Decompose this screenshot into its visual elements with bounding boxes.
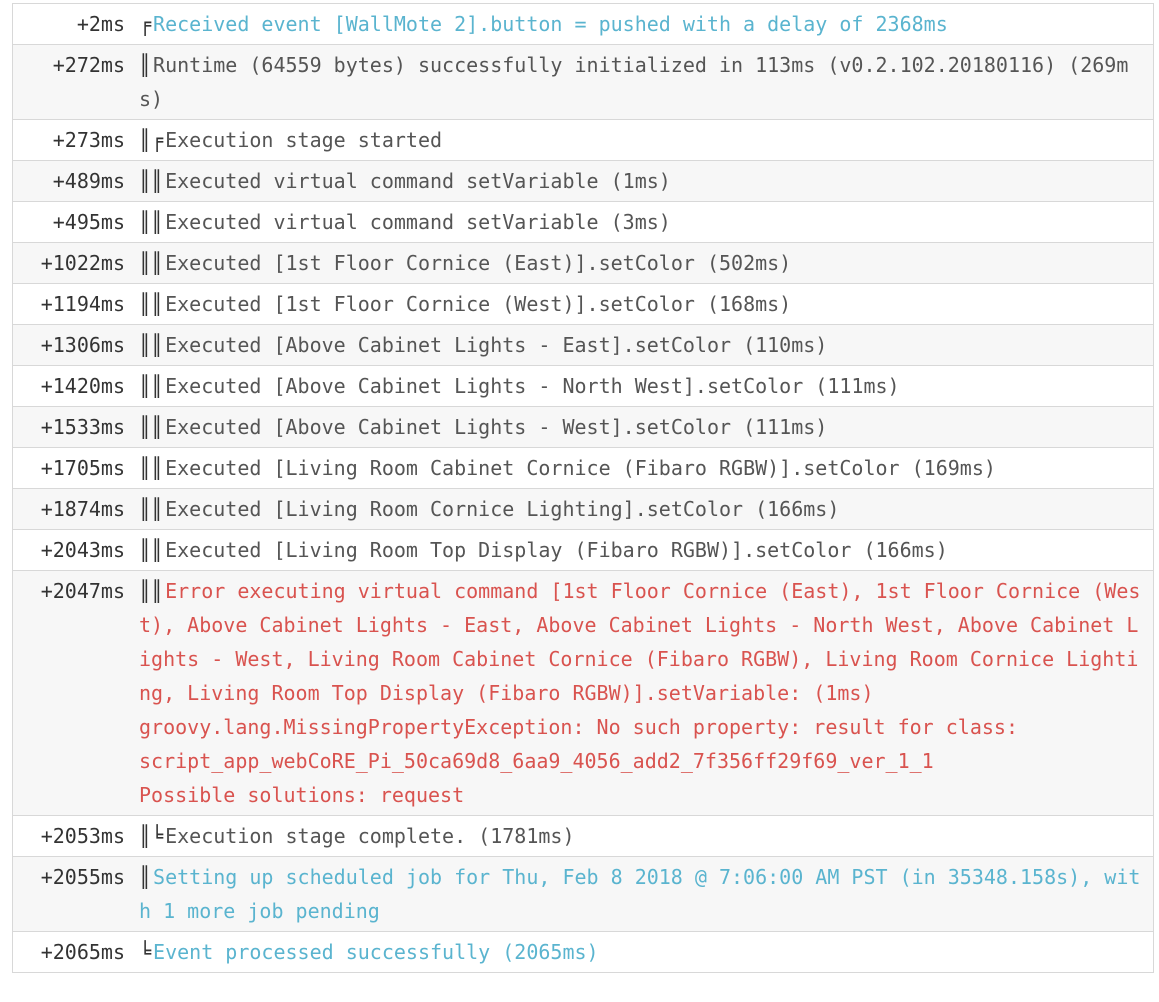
log-message-cell: ║║ Executed [Living Room Cabinet Cornice … [125, 448, 1153, 488]
log-row: +1306ms ║║ Executed [Above Cabinet Lights … [13, 324, 1153, 365]
log-timestamp: +489ms [52, 169, 125, 193]
nesting-indicator: ╒ [139, 12, 152, 36]
log-message: Executed [Above Cabinet Lights - East].s… [165, 333, 828, 357]
log-message: Executed [Living Room Cabinet Cornice (F… [165, 456, 996, 480]
log-row: +2055ms ║ Setting up scheduled job for Thu… [13, 856, 1153, 931]
log-row: +1874ms ║║ Executed [Living Room Cornice L… [13, 488, 1153, 529]
nesting-indicator: ║║ [139, 497, 164, 521]
nesting-indicator: ║╒ [139, 128, 164, 152]
log-row: +273ms ║╒ Execution stage started [13, 119, 1153, 160]
log-message: Received event [WallMote 2].button = pus… [153, 12, 948, 36]
log-row: +1194ms ║║ Executed [1st Floor Cornice (We… [13, 283, 1153, 324]
log-message-cell: ║║ Executed [Above Cabinet Lights - West]… [125, 407, 1153, 447]
log-timestamp: +2047ms [40, 579, 125, 603]
log-timestamp: +1306ms [40, 333, 125, 357]
log-message: Setting up scheduled job for Thu, Feb 8 … [139, 865, 1141, 923]
log-message: Executed virtual command setVariable (3m… [165, 210, 671, 234]
log-message-cell: ║║ Executed [1st Floor Cornice (West)].se… [125, 284, 1153, 324]
log-message: Error executing virtual command [1st Flo… [139, 579, 1141, 807]
log-timestamp: +2053ms [40, 824, 125, 848]
log-row: +495ms ║║ Executed virtual command setVari… [13, 201, 1153, 242]
log-timestamp: +2043ms [40, 538, 125, 562]
nesting-indicator: ║║ [139, 251, 164, 275]
nesting-indicator: ║║ [139, 169, 164, 193]
log-row: +1533ms ║║ Executed [Above Cabinet Lights … [13, 406, 1153, 447]
log-message: Executed [Living Room Cornice Lighting].… [165, 497, 840, 521]
nesting-indicator: ║║ [139, 456, 164, 480]
log-message-cell: ║║ Executed [Above Cabinet Lights - North… [125, 366, 1153, 406]
log-message: Executed [1st Floor Cornice (West)].setC… [165, 292, 792, 316]
log-message-cell: ║║ Executed virtual command setVariable (… [125, 161, 1153, 201]
nesting-indicator: ║ [139, 53, 152, 77]
nesting-indicator: ║║ [139, 210, 164, 234]
nesting-indicator: ║╘ [139, 824, 164, 848]
log-panel: +2ms ╒ Received event [WallMote 2].button … [12, 3, 1154, 973]
log-message: Execution stage started [165, 128, 443, 152]
log-message-cell: ╘ Event processed successfully (2065ms) [125, 932, 1153, 972]
log-message: Executed [1st Floor Cornice (East)].setC… [165, 251, 792, 275]
log-row: +2053ms ║╘ Execution stage complete. (1781… [13, 815, 1153, 856]
log-timestamp: +2065ms [40, 940, 125, 964]
log-row: +2ms ╒ Received event [WallMote 2].button … [13, 3, 1153, 44]
log-message-cell: ║║ Error executing virtual command [1st F… [125, 571, 1153, 815]
log-message: Executed [Above Cabinet Lights - West].s… [165, 415, 828, 439]
log-message: Executed [Above Cabinet Lights - North W… [165, 374, 900, 398]
log-row: +2043ms ║║ Executed [Living Room Top Displ… [13, 529, 1153, 570]
log-row: +272ms ║ Runtime (64559 bytes) successfull… [13, 44, 1153, 119]
nesting-indicator: ║║ [139, 333, 164, 357]
log-message-cell: ║║ Executed [Living Room Top Display (Fib… [125, 530, 1153, 570]
log-row: +489ms ║║ Executed virtual command setVari… [13, 160, 1153, 201]
nesting-indicator: ║║ [139, 374, 164, 398]
nesting-indicator: ║ [139, 865, 152, 889]
nesting-indicator: ║║ [139, 292, 164, 316]
log-timestamp: +273ms [52, 128, 125, 152]
log-message: Executed [Living Room Top Display (Fibar… [165, 538, 948, 562]
log-timestamp: +2ms [76, 12, 125, 36]
log-message: Event processed successfully (2065ms) [153, 940, 599, 964]
log-timestamp: +1420ms [40, 374, 125, 398]
log-timestamp: +1533ms [40, 415, 125, 439]
log-row: +2065ms ╘ Event processed successfully (20… [13, 931, 1153, 972]
log-row: +1420ms ║║ Executed [Above Cabinet Lights … [13, 365, 1153, 406]
log-timestamp: +1022ms [40, 251, 125, 275]
log-row: +1705ms ║║ Executed [Living Room Cabinet C… [13, 447, 1153, 488]
nesting-indicator: ║║ [139, 538, 164, 562]
log-message-cell: ║ Setting up scheduled job for Thu, Feb 8… [125, 857, 1153, 931]
nesting-indicator: ╘ [139, 940, 152, 964]
log-message-cell: ╒ Received event [WallMote 2].button = pu… [125, 4, 1153, 44]
log-message: Execution stage complete. (1781ms) [165, 824, 575, 848]
log-timestamp: +1874ms [40, 497, 125, 521]
log-timestamp: +495ms [52, 210, 125, 234]
log-timestamp: +2055ms [40, 865, 125, 889]
log-message-cell: ║ Runtime (64559 bytes) successfully init… [125, 45, 1153, 119]
log-message-cell: ║╒ Execution stage started [125, 120, 1153, 160]
log-message-cell: ║║ Executed virtual command setVariable (… [125, 202, 1153, 242]
log-message: Runtime (64559 bytes) successfully initi… [139, 53, 1129, 111]
log-message-cell: ║║ Executed [Living Room Cornice Lighting… [125, 489, 1153, 529]
log-message-cell: ║║ Executed [Above Cabinet Lights - East]… [125, 325, 1153, 365]
log-row: +1022ms ║║ Executed [1st Floor Cornice (Ea… [13, 242, 1153, 283]
log-message-cell: ║╘ Execution stage complete. (1781ms) [125, 816, 1153, 856]
log-timestamp: +272ms [52, 53, 125, 77]
log-timestamp: +1194ms [40, 292, 125, 316]
log-message: Executed virtual command setVariable (1m… [165, 169, 671, 193]
log-row: +2047ms ║║ Error executing virtual command… [13, 570, 1153, 815]
log-timestamp: +1705ms [40, 456, 125, 480]
nesting-indicator: ║║ [139, 415, 164, 439]
log-message-cell: ║║ Executed [1st Floor Cornice (East)].se… [125, 243, 1153, 283]
nesting-indicator: ║║ [139, 579, 164, 603]
